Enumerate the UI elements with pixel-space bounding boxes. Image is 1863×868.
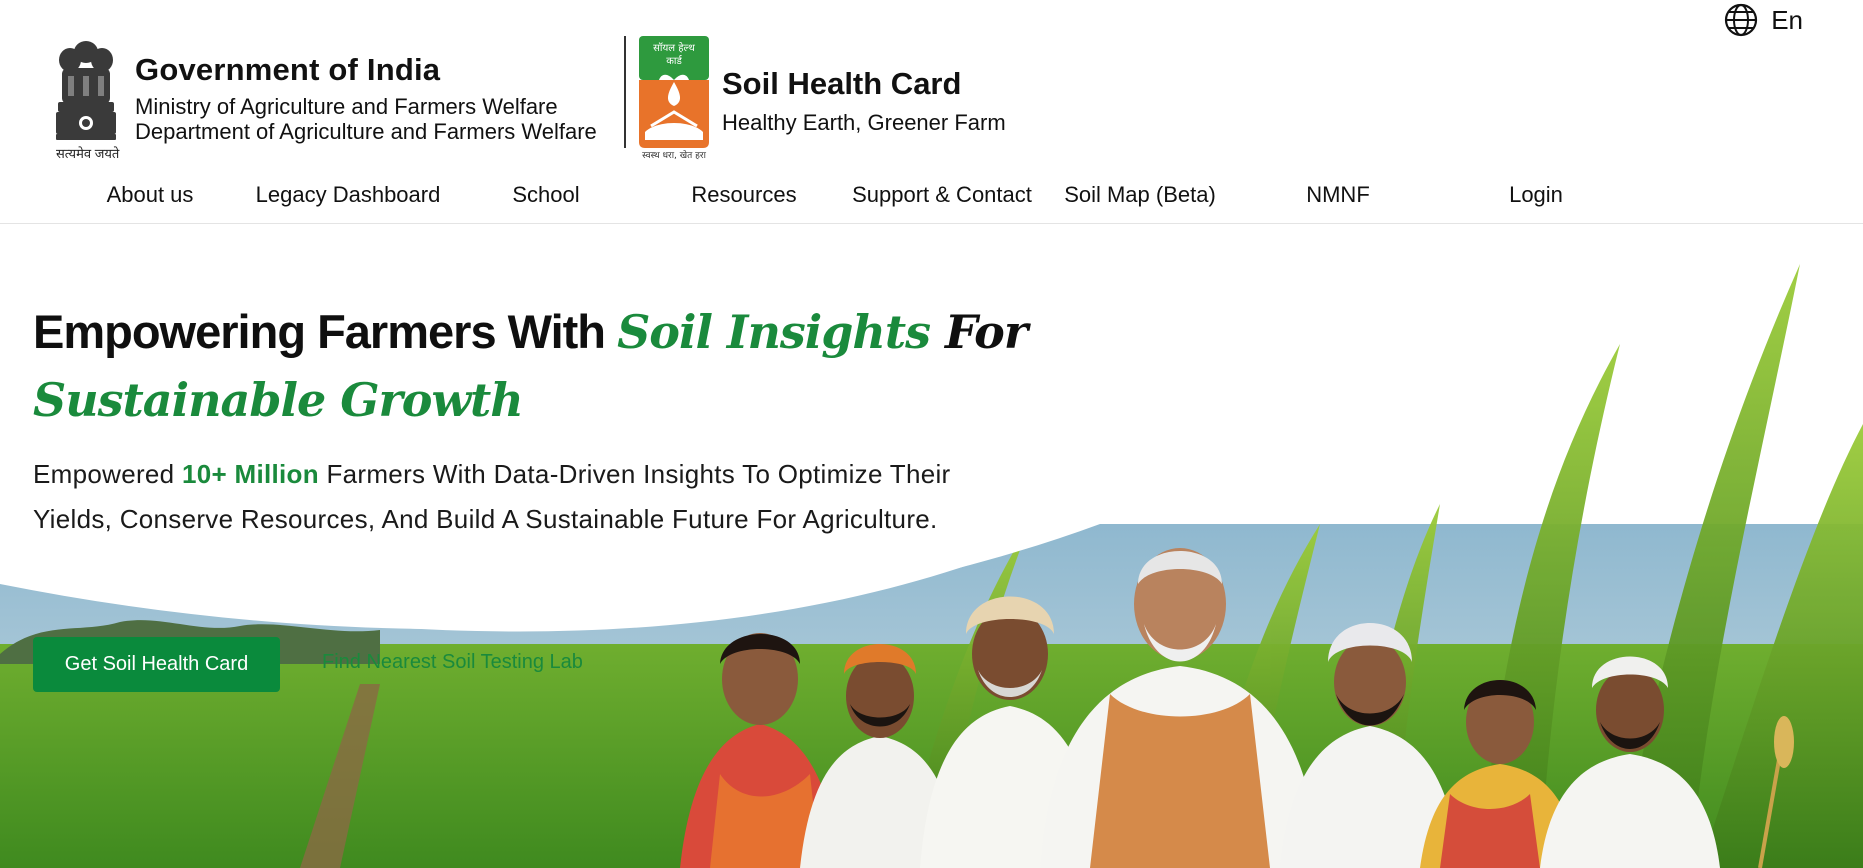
- nav-school[interactable]: School: [446, 182, 646, 208]
- desc-prefix: Empowered: [33, 459, 182, 489]
- main-nav: About us Legacy Dashboard School Resourc…: [0, 182, 1863, 214]
- shc-tagline: Healthy Earth, Greener Farm: [722, 110, 1006, 135]
- nav-nmnf[interactable]: NMNF: [1238, 182, 1438, 208]
- hero-section: Empowering Farmers With Soil Insights Fo…: [0, 224, 1863, 868]
- soil-health-card-logo-icon[interactable]: सॉयल हेल्थ कार्ड स्वस्थ धरा, खेत हरा: [637, 36, 711, 160]
- headline-for: For: [930, 305, 1028, 359]
- emblem-motto: सत्यमेव जयते: [56, 146, 120, 161]
- language-label: En: [1771, 4, 1803, 35]
- svg-text:स्वस्थ धरा, खेत हरा: स्वस्थ धरा, खेत हरा: [642, 149, 707, 160]
- headline-sustainable-growth: Sustainable Growth: [33, 373, 524, 427]
- headline-soil-insights: Soil Insights: [617, 305, 931, 359]
- headline-part1: Empowering Farmers With: [33, 305, 618, 358]
- shc-title: Soil Health Card: [722, 66, 962, 101]
- find-soil-testing-lab-link[interactable]: Find Nearest Soil Testing Lab: [322, 651, 583, 674]
- national-emblem-icon: [56, 41, 116, 140]
- nav-legacy-dashboard[interactable]: Legacy Dashboard: [248, 182, 448, 208]
- language-selector[interactable]: En: [1723, 2, 1803, 38]
- shc-branding[interactable]: Soil Health Card Healthy Earth, Greener …: [722, 66, 1006, 136]
- nav-resources[interactable]: Resources: [644, 182, 844, 208]
- farmers-group-image: [680, 548, 1794, 868]
- nav-soil-map[interactable]: Soil Map (Beta): [1040, 182, 1240, 208]
- nav-support-contact[interactable]: Support & Contact: [842, 182, 1042, 208]
- svg-text:कार्ड: कार्ड: [666, 55, 683, 67]
- nav-about-us[interactable]: About us: [50, 182, 250, 208]
- ministry-name: Ministry of Agriculture and Farmers Welf…: [135, 94, 558, 119]
- desc-highlight: 10+ Million: [181, 459, 319, 489]
- government-branding[interactable]: Government of India Ministry of Agricult…: [135, 52, 597, 144]
- header-divider: [624, 36, 626, 148]
- gov-title: Government of India: [135, 52, 441, 87]
- hero-headline: Empowering Farmers With Soil Insights Fo…: [33, 298, 1033, 446]
- globe-icon: [1725, 3, 1758, 37]
- department-name: Department of Agriculture and Farmers We…: [135, 119, 597, 144]
- nav-login[interactable]: Login: [1436, 182, 1636, 208]
- svg-text:सॉयल हेल्थ: सॉयल हेल्थ: [653, 42, 695, 54]
- get-soil-health-card-button[interactable]: Get Soil Health Card: [33, 637, 280, 692]
- site-header: En सत्यमेव जयते Government of India Mini…: [0, 0, 1863, 224]
